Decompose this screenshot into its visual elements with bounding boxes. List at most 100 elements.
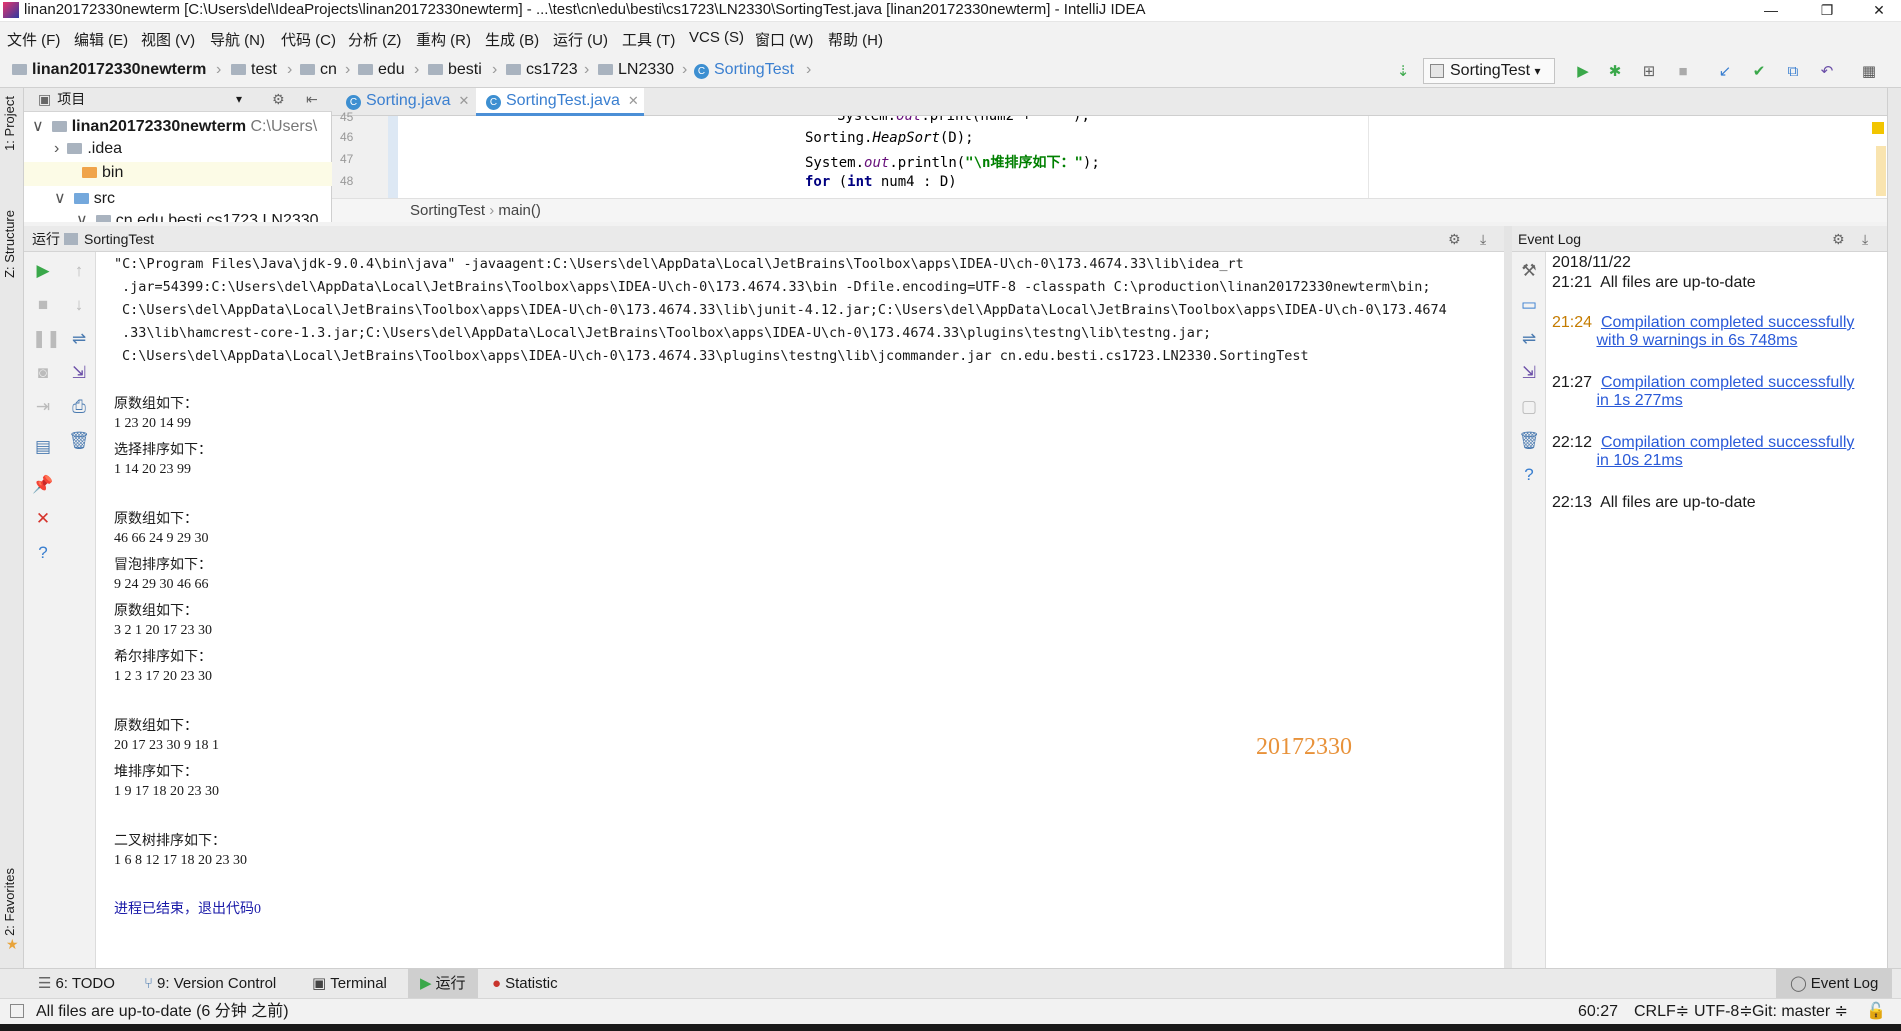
tab-run[interactable]: ▶ 运行 <box>408 969 478 999</box>
tab-terminal[interactable]: ▣ Terminal <box>312 969 387 999</box>
event-link[interactable]: Compilation completed successfully <box>1601 314 1854 331</box>
console-output[interactable]: "C:\Program Files\Java\jdk-9.0.4\bin\jav… <box>96 252 1504 968</box>
scroll-to-end-icon[interactable]: ⇲ <box>68 362 90 384</box>
hide-panel-icon[interactable]: ⤓ <box>1480 226 1486 252</box>
tab-structure[interactable]: Z: Structure <box>2 210 17 278</box>
pause-icon[interactable]: ❚❚ <box>32 328 61 350</box>
event-link[interactable]: Compilation completed successfully <box>1601 434 1854 451</box>
menu-edit[interactable]: 编辑 (E) <box>74 29 128 50</box>
tree-item-root[interactable]: ∨ linan20172330newterm C:\Users\ <box>32 116 317 136</box>
editor-breadcrumb-class[interactable]: SortingTest <box>410 202 485 219</box>
tab-favorites[interactable]: 2: Favorites <box>2 868 17 936</box>
down-arrow-icon[interactable]: ↓ <box>68 294 90 316</box>
collapse-icon[interactable]: ⇤ <box>306 88 318 111</box>
tab-version-control[interactable]: ⑂ 9: Version Control <box>144 969 276 999</box>
hide-panel-icon[interactable]: ⤓ <box>1862 226 1868 252</box>
menu-tools[interactable]: 工具 (T) <box>622 29 675 50</box>
breadcrumb-edu[interactable]: edu <box>358 61 405 79</box>
minimize-button[interactable]: — <box>1748 0 1794 22</box>
exit-icon[interactable]: ⇥ <box>32 396 54 418</box>
line-separator[interactable]: CRLF≑ <box>1634 999 1689 1024</box>
menu-navigate[interactable]: 导航 (N) <box>210 29 265 50</box>
event-link[interactable]: in 1s 277ms <box>1596 392 1682 409</box>
close-icon[interactable]: ✕ <box>32 508 54 530</box>
vcs-update-icon[interactable]: ↙ <box>1716 63 1734 81</box>
menu-analyze[interactable]: 分析 (Z) <box>348 29 401 50</box>
lock-icon[interactable]: 🔓 <box>1866 999 1886 1024</box>
breadcrumb-project[interactable]: linan20172330newterm <box>12 61 206 79</box>
scroll-markers[interactable] <box>1876 146 1886 196</box>
help-icon[interactable]: ? <box>32 542 54 564</box>
stop-icon[interactable]: ■ <box>1674 63 1692 81</box>
tree-item-bin[interactable]: bin <box>24 162 332 186</box>
tree-item-src[interactable]: ∨ src <box>54 188 115 208</box>
git-branch[interactable]: Git: master ≑ <box>1752 999 1848 1024</box>
breadcrumb-cs1723[interactable]: cs1723 <box>506 61 578 79</box>
menu-refactor[interactable]: 重构 (R) <box>416 29 471 50</box>
tree-item-package[interactable]: ∨ cn.edu.besti.cs1723.LN2330 <box>76 210 319 222</box>
close-button[interactable]: ✕ <box>1856 0 1901 22</box>
code-area[interactable]: System.out.print(num2 + " "); Sorting.He… <box>797 116 1697 198</box>
trash-icon[interactable]: 🗑 <box>68 430 90 452</box>
tab-sortingtest-java[interactable]: C SortingTest.java ✕ <box>476 88 644 116</box>
chevron-down-icon[interactable]: ▾ <box>236 88 242 111</box>
panel-splitter[interactable] <box>1504 226 1512 968</box>
mark-read-icon[interactable]: ▢ <box>1518 396 1540 418</box>
breadcrumb-besti[interactable]: besti <box>428 61 482 79</box>
tab-project[interactable]: 1: Project <box>2 96 17 151</box>
gear-icon[interactable]: ⚙ <box>1448 226 1461 252</box>
event-link[interactable]: with 9 warnings in 6s 748ms <box>1596 332 1797 349</box>
close-tab-icon[interactable]: ✕ <box>628 93 639 108</box>
print-icon[interactable]: ⎙ <box>68 396 90 418</box>
menu-vcs[interactable]: VCS (S) <box>689 29 744 46</box>
menu-window[interactable]: 窗口 (W) <box>755 29 813 50</box>
run-icon[interactable]: ▶ <box>1574 63 1592 81</box>
menu-view[interactable]: 视图 (V) <box>141 29 195 50</box>
debug-icon[interactable]: ✱ <box>1606 63 1624 81</box>
stop-icon[interactable]: ■ <box>32 294 54 316</box>
breadcrumb-test[interactable]: test <box>231 61 277 79</box>
trash-icon[interactable]: 🗑 <box>1518 430 1540 452</box>
editor-breadcrumb-method[interactable]: main() <box>498 202 541 219</box>
maximize-button[interactable]: ❐ <box>1804 0 1850 22</box>
scroll-to-end-icon[interactable]: ⇲ <box>1518 362 1540 384</box>
build-down-arrow-icon[interactable]: ⇣ <box>1394 63 1412 81</box>
soft-wrap-icon[interactable]: ⇌ <box>68 328 90 350</box>
vcs-commit-icon[interactable]: ✔ <box>1750 63 1768 81</box>
caret-position[interactable]: 60:27 <box>1578 999 1618 1024</box>
soft-wrap-icon[interactable]: ⇌ <box>1518 328 1540 350</box>
run-tab-sortingtest[interactable]: SortingTest <box>64 226 154 252</box>
gear-icon[interactable]: ⚙ <box>272 88 285 111</box>
menu-run[interactable]: 运行 (U) <box>553 29 608 50</box>
menu-build[interactable]: 生成 (B) <box>485 29 539 50</box>
balloon-icon[interactable]: ▭ <box>1518 294 1540 316</box>
vcs-compare-icon[interactable]: ⧉ <box>1784 63 1802 81</box>
warning-indicator-icon[interactable] <box>1872 122 1884 134</box>
rerun-icon[interactable]: ▶ <box>32 260 54 282</box>
camera-icon[interactable]: ◙ <box>32 362 54 384</box>
breadcrumb-ln2330[interactable]: LN2330 <box>598 61 674 79</box>
event-link[interactable]: Compilation completed successfully <box>1601 374 1854 391</box>
status-toggle-icon[interactable] <box>10 1004 24 1018</box>
pin-icon[interactable]: 📌 <box>32 474 54 496</box>
run-configuration-select[interactable]: SortingTest ▾ <box>1423 58 1555 84</box>
tab-statistic[interactable]: ● Statistic <box>492 969 558 999</box>
tab-todo[interactable]: ☰ 6: TODO <box>38 969 115 999</box>
layout-icon[interactable]: ▤ <box>32 436 54 458</box>
project-structure-icon[interactable]: ▦ <box>1860 63 1878 81</box>
breadcrumb-sortingtest[interactable]: C SortingTest <box>694 61 794 79</box>
gear-icon[interactable]: ⚙ <box>1832 226 1845 252</box>
coverage-icon[interactable]: ⊞ <box>1640 63 1658 81</box>
tab-sorting-java[interactable]: C Sorting.java ✕ <box>336 88 472 116</box>
settings-tool-icon[interactable]: ⚒ <box>1518 260 1540 282</box>
menu-code[interactable]: 代码 (C) <box>281 29 336 50</box>
tab-event-log[interactable]: ◯ Event Log <box>1776 969 1893 999</box>
event-link[interactable]: in 10s 21ms <box>1596 452 1682 469</box>
tree-item-idea[interactable]: › .idea <box>54 140 122 158</box>
menu-help[interactable]: 帮助 (H) <box>828 29 883 50</box>
breadcrumb-cn[interactable]: cn <box>300 61 337 79</box>
menu-file[interactable]: 文件 (F) <box>7 29 60 50</box>
up-arrow-icon[interactable]: ↑ <box>68 260 90 282</box>
revert-icon[interactable]: ↶ <box>1818 63 1836 81</box>
file-encoding[interactable]: UTF-8≑ <box>1694 999 1753 1024</box>
